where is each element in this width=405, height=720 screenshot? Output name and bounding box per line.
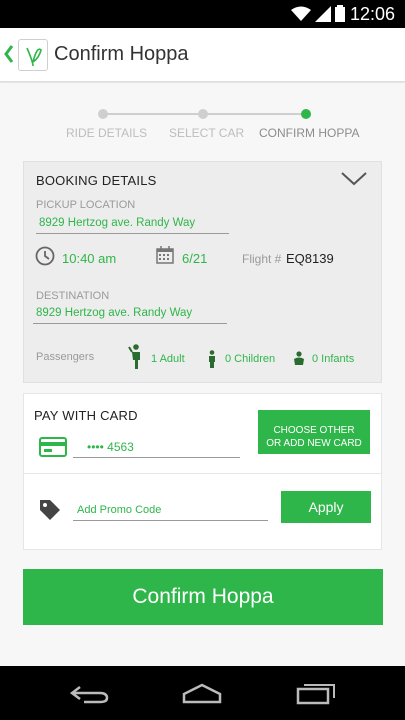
chevron-down-icon[interactable] <box>341 172 367 186</box>
apply-button[interactable]: Apply <box>281 491 371 523</box>
step-label-ride-details[interactable]: RIDE DETAILS <box>66 126 147 140</box>
step-connector <box>203 113 306 115</box>
children-count[interactable]: 0 Children <box>225 353 275 365</box>
step-dot <box>98 109 108 119</box>
pickup-underline <box>36 233 229 234</box>
progress-steps: RIDE DETAILS SELECT CAR CONFIRM HOPPA <box>0 99 405 149</box>
destination-value[interactable]: 8929 Hertzog ave. Randy Way <box>36 307 192 319</box>
pickup-time[interactable]: 10:40 am <box>62 251 116 266</box>
adults-count[interactable]: 1 Adult <box>151 353 185 365</box>
pickup-date[interactable]: 6/21 <box>182 251 207 266</box>
step-dot-active <box>301 109 311 119</box>
promo-code-input[interactable]: Add Promo Code <box>77 504 161 516</box>
pay-with-card-title: PAY WITH CARD <box>34 408 138 423</box>
step-label-select-car[interactable]: SELECT CAR <box>169 126 244 140</box>
destination-underline <box>33 323 227 324</box>
choose-other-card-button[interactable]: CHOOSE OTHER OR ADD NEW CARD <box>258 410 370 454</box>
payment-card: PAY WITH CARD •••• 4563 CHOOSE OTHER OR … <box>23 393 382 550</box>
status-time: 12:06 <box>349 4 395 24</box>
credit-card-icon <box>39 437 67 457</box>
clock-icon <box>35 246 55 266</box>
app-logo <box>18 39 48 71</box>
promo-underline <box>73 520 268 521</box>
page-title: Confirm Hoppa <box>54 43 189 65</box>
card-underline <box>73 457 240 458</box>
adult-icon <box>128 344 140 369</box>
infants-count[interactable]: 0 Infants <box>312 353 354 365</box>
nav-back-icon[interactable] <box>70 684 110 704</box>
destination-label: DESTINATION <box>36 290 110 302</box>
tag-icon <box>40 500 60 520</box>
status-bar: 12:06 <box>0 0 405 28</box>
app-bar: Confirm Hoppa <box>0 28 405 82</box>
infant-icon <box>294 351 304 365</box>
main-content: RIDE DETAILS SELECT CAR CONFIRM HOPPA BO… <box>0 83 405 666</box>
calendar-icon <box>156 246 174 264</box>
pickup-location-value[interactable]: 8929 Hertzog ave. Randy Way <box>39 217 195 229</box>
step-label-confirm[interactable]: CONFIRM HOPPA <box>259 126 359 140</box>
system-nav-bar <box>0 666 405 720</box>
choose-card-line1: CHOOSE OTHER <box>273 424 355 436</box>
battery-icon <box>335 5 345 22</box>
pickup-location-label: PICKUP LOCATION <box>36 199 136 211</box>
child-icon <box>209 350 215 368</box>
step-connector <box>103 113 203 115</box>
nav-home-icon[interactable] <box>181 682 223 704</box>
nav-recents-icon[interactable] <box>296 683 336 705</box>
booking-details-title: BOOKING DETAILS <box>36 173 157 188</box>
choose-card-line2: OR ADD NEW CARD <box>266 437 362 449</box>
payment-divider <box>24 473 381 474</box>
passengers-label: Passengers <box>36 351 95 363</box>
signal-icon <box>315 6 331 22</box>
booking-details-card: BOOKING DETAILS PICKUP LOCATION 8929 Her… <box>23 161 382 383</box>
card-number[interactable]: •••• 4563 <box>87 440 134 454</box>
wifi-icon <box>291 6 311 21</box>
flight-value[interactable]: EQ8139 <box>286 251 334 266</box>
status-icons <box>291 5 345 22</box>
flight-label: Flight # <box>242 252 282 266</box>
step-dot <box>198 109 208 119</box>
chevron-left-icon[interactable] <box>3 42 15 66</box>
confirm-hoppa-button[interactable]: Confirm Hoppa <box>23 569 383 625</box>
